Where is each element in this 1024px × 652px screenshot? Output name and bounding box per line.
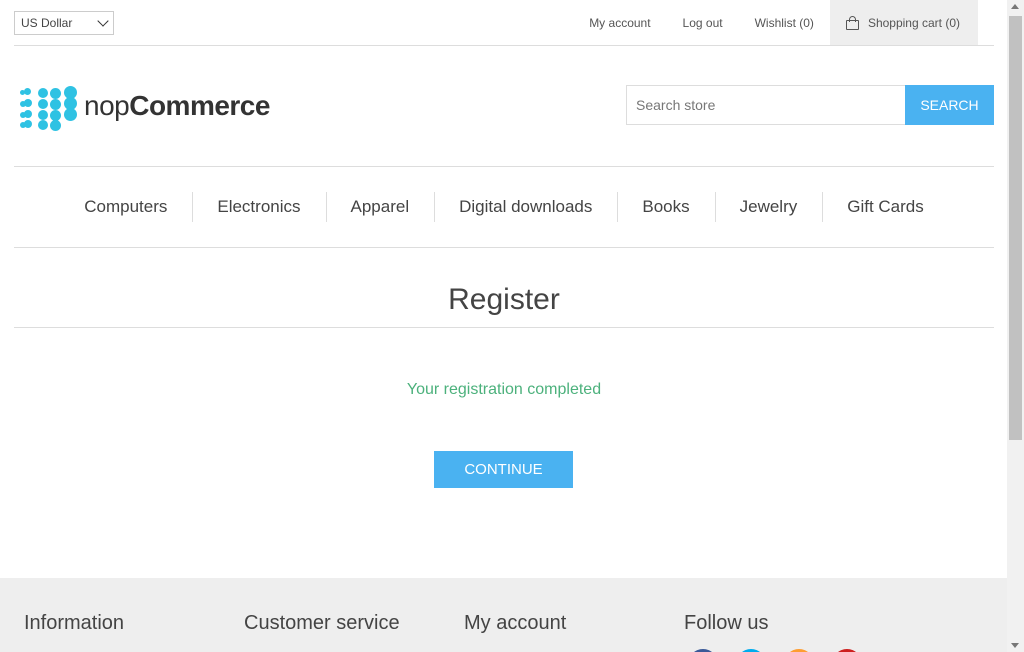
logo-dots-icon: [16, 84, 77, 131]
continue-button[interactable]: CONTINUE: [434, 451, 573, 488]
footer-heading-information: Information: [24, 612, 125, 634]
logo-dot: [50, 99, 61, 110]
my-account-link[interactable]: My account: [589, 16, 650, 30]
logo-dot: [64, 108, 77, 121]
logo-dot: [38, 99, 48, 109]
chevron-down-icon: [97, 15, 109, 27]
store-logo[interactable]: nopCommerce: [16, 84, 270, 131]
top-menu: Computers Electronics Apparel Digital do…: [14, 166, 994, 248]
wishlist-link[interactable]: Wishlist (0): [755, 16, 814, 30]
shopping-cart-link[interactable]: Shopping cart (0): [829, 0, 978, 45]
scrollbar-thumb[interactable]: [1009, 16, 1022, 440]
log-out-link[interactable]: Log out: [683, 16, 723, 30]
menu-item-gift-cards[interactable]: Gift Cards: [822, 192, 949, 222]
menu-item-digital-downloads[interactable]: Digital downloads: [434, 192, 617, 222]
search-button[interactable]: SEARCH: [905, 85, 994, 125]
currency-selector[interactable]: US Dollar: [14, 11, 114, 35]
logo-dot: [24, 120, 32, 128]
menu-item-apparel[interactable]: Apparel: [325, 192, 435, 222]
header-links: My account Log out Wishlist (0) Shopping…: [573, 0, 994, 45]
menu-item-computers[interactable]: Computers: [59, 192, 192, 222]
logo-dot: [38, 120, 48, 130]
logo-dot: [24, 88, 31, 95]
logo-dot: [24, 110, 32, 118]
footer-heading-follow-us: Follow us: [684, 612, 769, 634]
menu-item-electronics[interactable]: Electronics: [192, 192, 325, 222]
logo-dot: [38, 110, 48, 120]
menu-item-jewelry[interactable]: Jewelry: [714, 192, 823, 222]
shopping-bag-icon: [845, 15, 859, 30]
logo-dot: [50, 88, 61, 99]
footer: Information Customer service My account …: [0, 578, 1007, 652]
footer-heading-my-account: My account: [464, 612, 567, 634]
logo-text-prefix: nop: [84, 90, 130, 121]
logo-dot: [50, 120, 61, 131]
shopping-cart-label: Shopping cart (0): [867, 15, 960, 30]
header-top-bar: US Dollar My account Log out Wishlist (0…: [14, 0, 994, 46]
menu-item-books[interactable]: Books: [617, 192, 714, 222]
scroll-down-arrow-icon[interactable]: [1011, 643, 1019, 648]
logo-dot: [24, 99, 32, 107]
page-title: Register: [448, 283, 560, 316]
scroll-up-arrow-icon[interactable]: [1011, 4, 1019, 9]
vertical-scrollbar[interactable]: [1007, 0, 1024, 652]
logo-dot: [38, 88, 48, 98]
registration-result-message: Your registration completed: [406, 381, 602, 398]
currency-selected-label: US Dollar: [21, 16, 73, 30]
page-title-container: Register: [14, 270, 994, 328]
logo-text: nopCommerce: [84, 90, 270, 122]
search-box: Search store SEARCH: [626, 85, 994, 125]
footer-heading-customer-service: Customer service: [244, 612, 400, 634]
page: US Dollar My account Log out Wishlist (0…: [0, 0, 1007, 652]
search-input[interactable]: Search store: [626, 85, 905, 125]
logo-text-brand: Commerce: [129, 90, 270, 121]
